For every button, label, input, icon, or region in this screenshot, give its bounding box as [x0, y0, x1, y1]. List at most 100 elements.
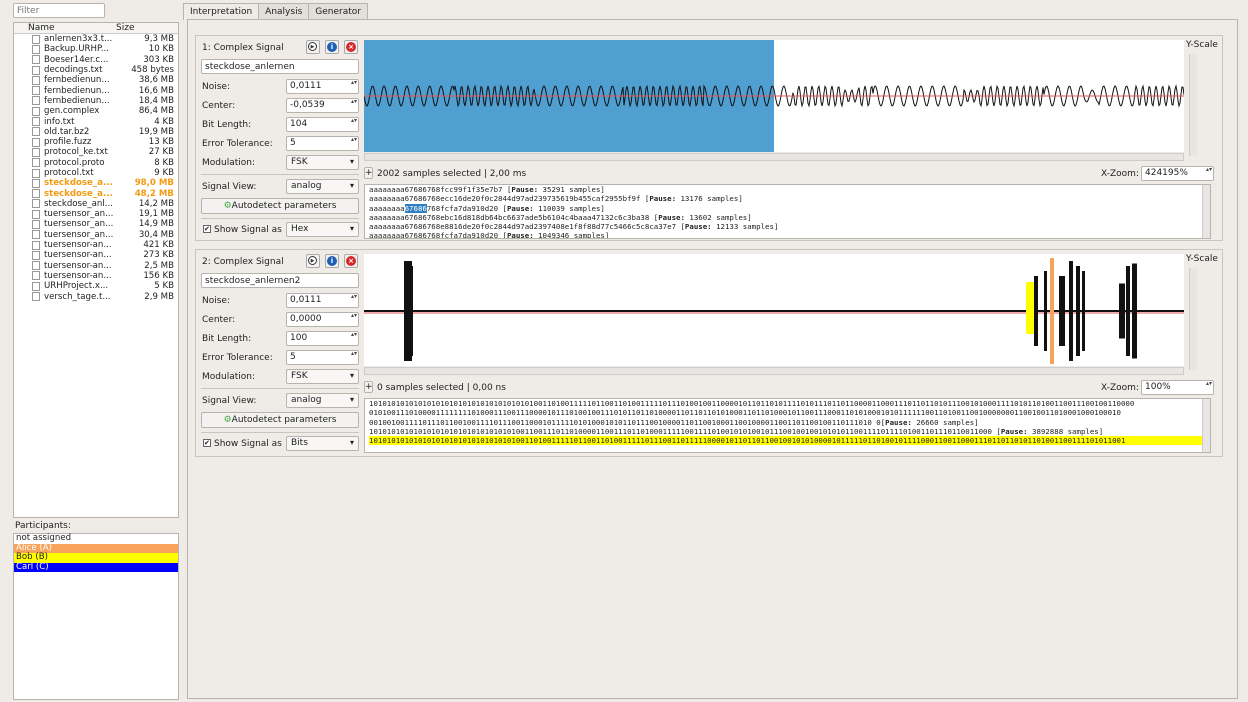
- file-item[interactable]: steckdose_a... 98,0 MB: [14, 178, 178, 188]
- replay-button[interactable]: ▶: [306, 40, 320, 54]
- autodetect-button[interactable]: ⚙Autodetect parameters: [201, 412, 359, 428]
- protocol-line[interactable]: 1010101010101010101010101010101010101001…: [369, 399, 1210, 408]
- noise-spinbox[interactable]: 0,0111: [286, 293, 359, 308]
- filter-input[interactable]: [13, 3, 105, 18]
- show-signal-as-combobox[interactable]: Hex: [286, 222, 359, 237]
- file-icon: [32, 44, 40, 54]
- column-size[interactable]: Size: [114, 23, 134, 33]
- file-item[interactable]: steckdose_anl... 14,2 MB: [14, 199, 178, 209]
- file-item[interactable]: URHProject.x... 5 KB: [14, 281, 178, 291]
- error-tolerance-label: Error Tolerance:: [202, 139, 273, 149]
- protocol-line[interactable]: aaaaaaaa67686768fcfa7da910d20 [Pause: 11…: [369, 203, 1210, 213]
- protocol-line[interactable]: aaaaaaaa67686768ecc16de20f0c2844d97ad239…: [369, 194, 1210, 203]
- file-item[interactable]: old.tar.bz2 19,9 MB: [14, 127, 178, 137]
- protocol-line[interactable]: 0010010011110111011001001111011100110001…: [369, 418, 1210, 427]
- file-item[interactable]: versch_tage.t... 2,9 MB: [14, 291, 178, 302]
- modulation-combobox[interactable]: FSK: [286, 369, 359, 384]
- file-item[interactable]: protocol.txt 9 KB: [14, 168, 178, 178]
- autodetect-button[interactable]: ⚙Autodetect parameters: [201, 198, 359, 214]
- horizontal-scrollbar[interactable]: [364, 367, 1184, 375]
- file-item[interactable]: Boeser14er.c... 303 KB: [14, 55, 178, 65]
- signal-plot[interactable]: [364, 254, 1184, 366]
- file-item[interactable]: tuersensor_an... 14,9 MB: [14, 219, 178, 229]
- noise-label: Noise:: [202, 296, 230, 306]
- participant-bob-region: [1026, 282, 1034, 334]
- modulation-combobox[interactable]: FSK: [286, 155, 359, 170]
- file-item[interactable]: tuersensor_an... 30,4 MB: [14, 230, 178, 240]
- file-item[interactable]: decodings.txt 458 bytes: [14, 65, 178, 75]
- file-item[interactable]: gen.complex 86,4 MB: [14, 106, 178, 116]
- show-signal-checkbox[interactable]: ✔: [203, 439, 211, 447]
- file-item[interactable]: profile.fuzz 13 KB: [14, 137, 178, 147]
- x-zoom-label: X-Zoom:: [1101, 169, 1139, 179]
- file-icon: [32, 117, 40, 127]
- file-item[interactable]: tuersensor-an... 273 KB: [14, 250, 178, 260]
- protocol-line[interactable]: 0101001110100001111111101000111001110000…: [369, 408, 1210, 417]
- file-icon: [32, 106, 40, 116]
- file-item[interactable]: fernbedienun... 18,4 MB: [14, 96, 178, 106]
- protocol-text[interactable]: aaaaaaaa67686768fcc99f1f35e7b7 [Pause: 3…: [364, 184, 1211, 239]
- x-zoom-spinbox[interactable]: 100%: [1141, 380, 1214, 395]
- replay-button[interactable]: ▶: [306, 254, 320, 268]
- file-item[interactable]: anlernen3x3.t... 9,3 MB: [14, 34, 178, 44]
- protocol-line[interactable]: 1010101010101010101010101010101010011010…: [369, 436, 1210, 446]
- file-item[interactable]: tuersensor-an... 156 KB: [14, 271, 178, 281]
- file-tree[interactable]: Name Size anlernen3x3.t... 9,3 MB Backup.U…: [13, 22, 179, 518]
- y-scale-slider[interactable]: [1189, 268, 1197, 370]
- protocol-line[interactable]: aaaaaaaa67686768e8816de20f0c2844d97ad239…: [369, 222, 1210, 231]
- y-scale-slider[interactable]: [1189, 54, 1197, 156]
- file-icon: [32, 34, 40, 44]
- signal-name-input[interactable]: [201, 273, 359, 288]
- file-item[interactable]: tuersensor_an... 19,1 MB: [14, 209, 178, 219]
- show-signal-as-combobox[interactable]: Bits: [286, 436, 359, 451]
- file-item[interactable]: Backup.URHP... 10 KB: [14, 44, 178, 54]
- error-tolerance-spinbox[interactable]: 5: [286, 136, 359, 151]
- show-signal-checkbox[interactable]: ✔: [203, 225, 211, 233]
- file-item[interactable]: steckdose_a... 48,2 MB: [14, 188, 178, 199]
- info-button[interactable]: i: [325, 40, 339, 54]
- protocol-text[interactable]: 1010101010101010101010101010101010101001…: [364, 398, 1211, 453]
- file-item[interactable]: protocol_ke.txt 27 KB: [14, 147, 178, 157]
- close-button[interactable]: ×: [344, 254, 358, 268]
- noise-spinbox[interactable]: 0,0111: [286, 79, 359, 94]
- protocol-line[interactable]: 1010101010101010101010101010101010011001…: [369, 427, 1210, 436]
- close-button[interactable]: ×: [344, 40, 358, 54]
- error-tolerance-spinbox[interactable]: 5: [286, 350, 359, 365]
- signal-view-label: Signal View:: [202, 396, 257, 406]
- x-zoom-spinbox[interactable]: 424195%: [1141, 166, 1214, 181]
- file-item[interactable]: protocol.proto 8 KB: [14, 158, 178, 168]
- vertical-scrollbar[interactable]: [1202, 185, 1210, 238]
- play-icon: ▶: [308, 42, 317, 51]
- file-item[interactable]: tuersensor-an... 2,5 MB: [14, 261, 178, 271]
- bit-length-label: Bit Length:: [202, 120, 252, 130]
- file-item[interactable]: fernbedienun... 16,6 MB: [14, 85, 178, 96]
- file-item[interactable]: fernbedienun... 38,6 MB: [14, 75, 178, 85]
- signal-burst: [1119, 283, 1125, 339]
- participant-item[interactable]: Carl (C): [14, 562, 178, 572]
- center-spinbox[interactable]: 0,0000: [286, 312, 359, 327]
- signal-view-combobox[interactable]: analog: [286, 393, 359, 408]
- protocol-line[interactable]: aaaaaaaa67686768ebc16d818db64bc6637ade5b…: [369, 213, 1210, 222]
- protocol-line[interactable]: aaaaaaaa67686768fcfa7da910d20 [Pause: 10…: [369, 231, 1210, 238]
- expand-button[interactable]: +: [364, 381, 373, 393]
- file-icon: [32, 240, 40, 250]
- horizontal-scrollbar[interactable]: [364, 153, 1184, 161]
- expand-button[interactable]: +: [364, 167, 373, 179]
- column-name[interactable]: Name: [14, 23, 114, 33]
- bit-length-spinbox[interactable]: 100: [286, 331, 359, 346]
- protocol-line[interactable]: aaaaaaaa67686768fcc99f1f35e7b7 [Pause: 3…: [369, 185, 1210, 194]
- signal-view-combobox[interactable]: analog: [286, 179, 359, 194]
- file-icon: [32, 189, 40, 199]
- participants-list[interactable]: not assigned Alice (A) Bob (B) Carl (C): [13, 533, 179, 700]
- file-item[interactable]: tuersensor-an... 421 KB: [14, 240, 178, 250]
- bit-length-spinbox[interactable]: 104: [286, 117, 359, 132]
- tab-analysis[interactable]: Analysis: [258, 3, 310, 20]
- signal-name-input[interactable]: [201, 59, 359, 74]
- info-button[interactable]: i: [325, 254, 339, 268]
- file-item[interactable]: info.txt 4 KB: [14, 116, 178, 127]
- tab-generator[interactable]: Generator: [308, 3, 368, 20]
- signal-plot[interactable]: [364, 40, 1184, 152]
- tab-interpretation[interactable]: Interpretation: [183, 3, 260, 20]
- center-spinbox[interactable]: -0,0539: [286, 98, 359, 113]
- vertical-scrollbar[interactable]: [1202, 399, 1210, 452]
